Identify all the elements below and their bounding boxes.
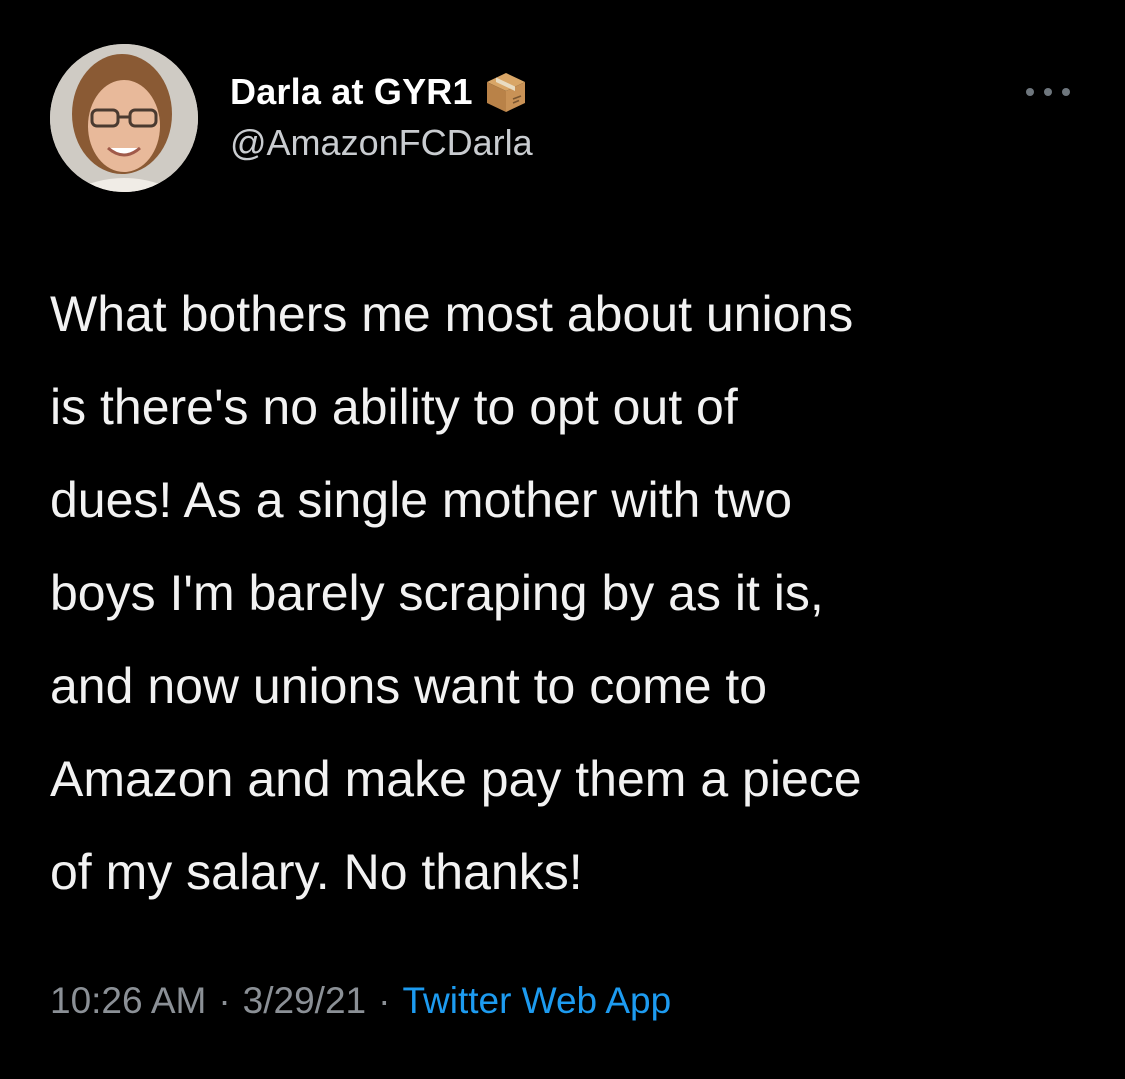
display-name-row: Darla at GYR1 (230, 68, 533, 116)
tweet-source-link[interactable]: Twitter Web App (402, 980, 671, 1022)
more-horizontal-icon (1026, 88, 1034, 96)
author-names: Darla at GYR1 @AmazonFCDarla (230, 68, 533, 164)
author-handle[interactable]: @AmazonFCDarla (230, 122, 533, 164)
tweet-date[interactable]: 3/29/21 (243, 980, 366, 1022)
tweet-text: What bothers me most about unions is the… (50, 286, 862, 900)
meta-separator: · (378, 980, 391, 1021)
tweet-card: Darla at GYR1 @AmazonFCDarla What bother… (0, 0, 1125, 1079)
tweet-time[interactable]: 10:26 AM (50, 980, 206, 1022)
more-options-button[interactable] (1026, 84, 1070, 100)
tweet-header: Darla at GYR1 @AmazonFCDarla (50, 44, 1090, 194)
tweet-meta: 10:26 AM · 3/29/21 · Twitter Web App (50, 980, 671, 1022)
display-name[interactable]: Darla at GYR1 (230, 71, 473, 113)
avatar-photo (50, 44, 198, 192)
meta-separator: · (218, 980, 231, 1021)
avatar[interactable] (50, 44, 198, 192)
more-horizontal-icon (1062, 88, 1070, 96)
more-horizontal-icon (1044, 88, 1052, 96)
package-box-icon (483, 69, 529, 115)
